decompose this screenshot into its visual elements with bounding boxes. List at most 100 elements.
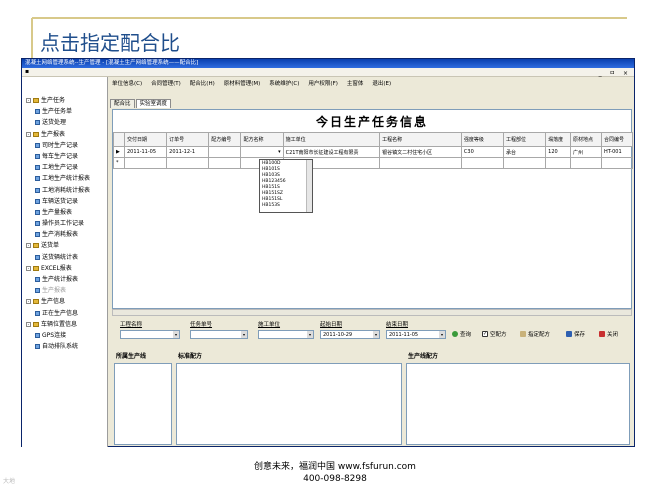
- production-line-heading: 所属生产线: [116, 353, 147, 360]
- table-cell[interactable]: [208, 146, 242, 158]
- table-cell[interactable]: [208, 157, 242, 169]
- table-cell[interactable]: HT-001: [600, 146, 634, 158]
- tree-item[interactable]: 送货处理: [22, 117, 107, 128]
- table-row[interactable]: ▶ 2011-11-05 2011-12-1 ▾ C21T南阳市长征建设工程有限责 银谷镇…: [113, 146, 634, 158]
- tree-item[interactable]: 生产报表: [22, 285, 107, 296]
- tab-1[interactable]: 实验室调度: [135, 99, 172, 108]
- task-no-select[interactable]: ▾: [190, 330, 248, 339]
- table-cell[interactable]: [503, 157, 547, 169]
- expand-toggle-icon[interactable]: -: [26, 265, 31, 271]
- tab-0[interactable]: 配合比: [110, 99, 135, 108]
- tree-item[interactable]: 工地生产记录: [22, 162, 107, 173]
- project-name-select[interactable]: ▾: [120, 330, 180, 339]
- column-header[interactable]: 工程部位: [503, 132, 547, 147]
- table-cell[interactable]: [600, 157, 634, 169]
- tree-item[interactable]: 生产任务单: [22, 106, 107, 117]
- tree-item[interactable]: - 车辆位置信息: [22, 319, 107, 330]
- footer-slogan: 创意未来，福润中国 www.fsfurun.com: [254, 462, 416, 472]
- assign-recipe-button[interactable]: 指定配方: [520, 330, 550, 338]
- table-cell[interactable]: [569, 157, 602, 169]
- tree-item[interactable]: 生产统计报表: [22, 274, 107, 285]
- column-header[interactable]: 施工单位: [282, 132, 381, 147]
- menu-item-7[interactable]: 退出(E): [372, 79, 391, 87]
- tree-item[interactable]: 正在生产信息: [22, 308, 107, 319]
- tree-item[interactable]: 每车生产记录: [22, 151, 107, 162]
- column-header[interactable]: 订单号: [166, 132, 210, 147]
- table-cell[interactable]: *: [113, 157, 125, 169]
- column-header[interactable]: 配方编号: [208, 132, 242, 147]
- menu-item-2[interactable]: 配合比(H): [190, 79, 215, 87]
- horizontal-scrollbar[interactable]: [112, 309, 632, 316]
- table-cell[interactable]: C21T南阳市长征建设工程有限责: [282, 146, 381, 158]
- tree-item[interactable]: - 生产信息: [22, 296, 107, 307]
- table-row[interactable]: *: [113, 157, 634, 169]
- document-icon: [35, 165, 40, 171]
- dropdown-scrollbar[interactable]: [306, 160, 312, 212]
- tree-item[interactable]: 自动排队系统: [22, 341, 107, 352]
- column-header[interactable]: 原材地点: [569, 132, 602, 147]
- menu-item-0[interactable]: 单位信息(C): [112, 79, 142, 87]
- expand-toggle-icon[interactable]: -: [26, 299, 31, 305]
- tree-item[interactable]: 车辆送货记录: [22, 196, 107, 207]
- expand-toggle-icon[interactable]: -: [26, 243, 31, 249]
- table-cell[interactable]: [166, 157, 210, 169]
- tree-item[interactable]: GPS连接: [22, 330, 107, 341]
- standard-recipe-grid[interactable]: [176, 363, 402, 445]
- expand-toggle-icon[interactable]: -: [26, 98, 31, 103]
- table-cell[interactable]: [545, 157, 571, 169]
- empty-recipe-checkbox[interactable]: ✓ 空配方: [482, 330, 507, 338]
- table-cell[interactable]: 承台: [503, 146, 547, 158]
- table-cell[interactable]: ▶: [113, 146, 125, 158]
- tree-item[interactable]: - 生产任务: [22, 95, 107, 106]
- table-cell[interactable]: 2011-12-1: [166, 146, 210, 158]
- tree-item[interactable]: 工地生产统计报表: [22, 173, 107, 184]
- tree-item[interactable]: - 送货单: [22, 240, 107, 251]
- menu-item-6[interactable]: 主窗体: [347, 79, 364, 87]
- table-cell[interactable]: 银谷镇文二村住宅小区: [379, 146, 462, 158]
- column-header[interactable]: 配方名称: [240, 132, 284, 147]
- start-date-picker[interactable]: 2011-10-29 ▾: [320, 330, 380, 339]
- tree-item[interactable]: - EXCEL报表: [22, 263, 107, 274]
- production-line-list[interactable]: [114, 363, 172, 445]
- table-cell[interactable]: 2011-11-05: [123, 146, 168, 158]
- table-cell[interactable]: [460, 157, 505, 169]
- save-icon: [566, 331, 572, 337]
- tree-item[interactable]: - 生产报表: [22, 129, 107, 140]
- menu-item-4[interactable]: 系统维护(C): [269, 79, 299, 87]
- line-recipe-grid[interactable]: [406, 363, 630, 445]
- close-button[interactable]: 关闭: [599, 330, 618, 338]
- table-cell[interactable]: C30: [460, 146, 505, 158]
- query-button[interactable]: 查询: [452, 330, 471, 338]
- tree-item[interactable]: 送货辆统计表: [22, 252, 107, 263]
- tree-item[interactable]: 生产消耗报表: [22, 229, 107, 240]
- tree-item[interactable]: 操作员工作记录: [22, 218, 107, 229]
- chevron-down-icon: ▾: [241, 331, 247, 338]
- menu-item-3[interactable]: 原材料管理(M): [224, 79, 261, 87]
- save-button[interactable]: 保存: [566, 330, 585, 338]
- window-controls[interactable]: _ ㅁ ×: [599, 68, 631, 77]
- column-header[interactable]: 塌落度: [545, 132, 571, 147]
- tree-item-label: EXCEL报表: [41, 264, 72, 272]
- table-cell[interactable]: ▾: [240, 146, 284, 158]
- column-header[interactable]: [113, 132, 125, 147]
- table-cell[interactable]: 广州: [569, 146, 602, 158]
- column-header[interactable]: 强度等级: [460, 132, 505, 147]
- expand-toggle-icon[interactable]: -: [26, 131, 31, 137]
- end-date-picker[interactable]: 2011-11-05 ▾: [386, 330, 446, 339]
- column-header[interactable]: 工程名称: [379, 132, 462, 147]
- expand-toggle-icon[interactable]: -: [26, 321, 31, 327]
- tree-item[interactable]: 工地消耗统计报表: [22, 185, 107, 196]
- menu-item-5[interactable]: 用户权限(F): [308, 79, 337, 87]
- table-cell[interactable]: [123, 157, 168, 169]
- table-cell[interactable]: 120: [545, 146, 571, 158]
- tree-item[interactable]: 司时生产记录: [22, 140, 107, 151]
- dropdown-option[interactable]: HB153S: [262, 203, 310, 209]
- tree-item-label: 司时生产记录: [42, 141, 79, 149]
- recipe-dropdown-list[interactable]: HB100D HB101S HB103S HB123456 HB151S HB151SZ H…: [259, 159, 313, 213]
- menu-item-1[interactable]: 合同管理(T): [151, 79, 181, 87]
- table-cell[interactable]: [379, 157, 462, 169]
- tree-item[interactable]: 生产量报表: [22, 207, 107, 218]
- construction-unit-select[interactable]: ▾: [258, 330, 314, 339]
- column-header[interactable]: 交付日期: [123, 132, 168, 147]
- column-header[interactable]: 合同编号: [600, 132, 634, 147]
